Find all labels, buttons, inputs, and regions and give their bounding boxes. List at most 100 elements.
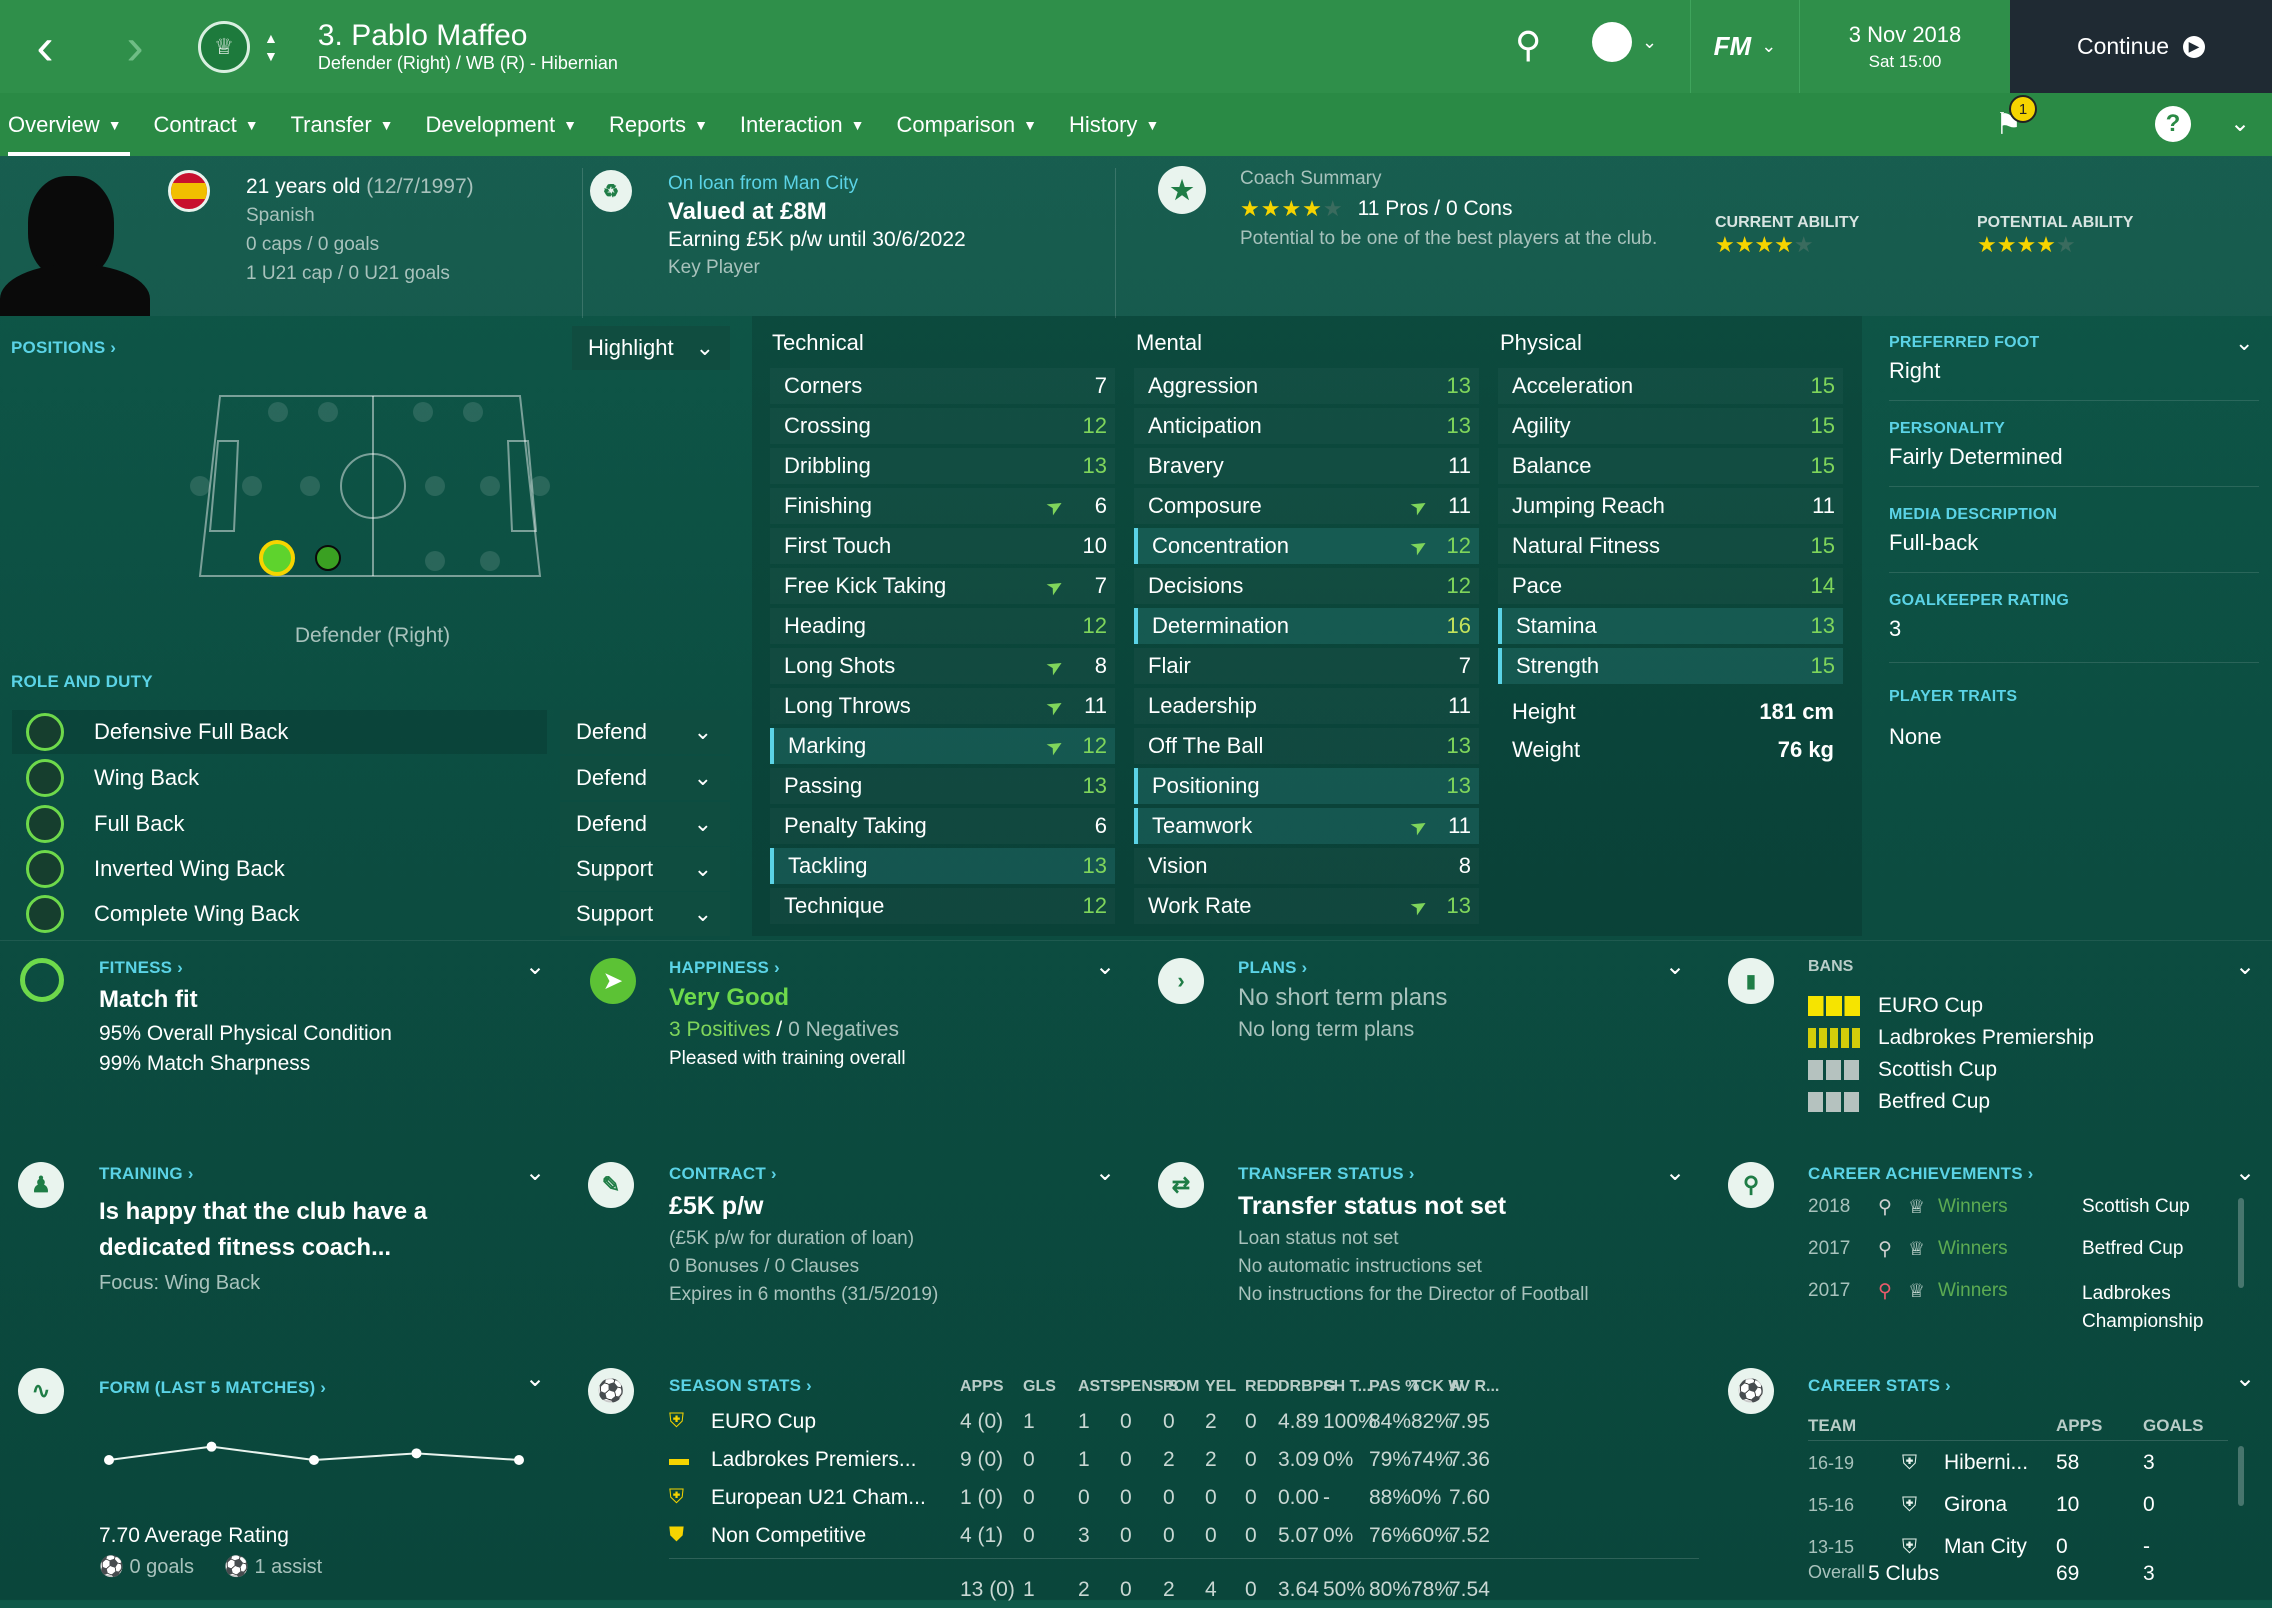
career-team[interactable]: Girona xyxy=(1944,1493,2056,1517)
table-row[interactable]: ▬ Ladbrokes Premiers... 9 (0) 0 1 0 2 2 0 3.09 0% 7… xyxy=(669,1442,1699,1478)
season-stats-column-header[interactable]: YEL xyxy=(1205,1378,1236,1396)
attribute-row[interactable]: Heading 12 xyxy=(770,608,1115,644)
positions-link[interactable]: POSITIONS › xyxy=(11,338,116,358)
duty-dropdown[interactable]: Support ⌄ xyxy=(560,892,730,936)
back-icon[interactable]: ‹ xyxy=(0,0,90,93)
chevron-down-icon[interactable]: ⌄ xyxy=(525,1364,545,1393)
chevron-down-icon[interactable]: ⌄ xyxy=(1095,952,1115,981)
form-link[interactable]: FORM (LAST 5 MATCHES) › xyxy=(99,1378,326,1398)
table-row[interactable]: ⛊ Non Competitive 4 (1) 0 3 0 0 0 0 5.07 0% 76% 60% 7… xyxy=(669,1518,1699,1554)
attribute-row[interactable]: Crossing 12 xyxy=(770,408,1115,444)
attribute-row[interactable]: Aggression 13 xyxy=(1134,368,1479,404)
attribute-row[interactable]: Dribbling 13 xyxy=(770,448,1115,484)
table-row[interactable]: 13-15 ⛨ Man City 0 - xyxy=(1808,1526,2238,1558)
tab-development[interactable]: Development ▼ xyxy=(410,93,594,156)
season-stats-link[interactable]: SEASON STATS › xyxy=(669,1376,812,1396)
attribute-row[interactable]: Free Kick Taking ➤ 7 xyxy=(770,568,1115,604)
attribute-row[interactable]: Marking ➤ 12 xyxy=(770,728,1115,764)
tab-reports[interactable]: Reports ▼ xyxy=(593,93,724,156)
attribute-row[interactable]: Teamwork ➤ 11 xyxy=(1134,808,1479,844)
chevron-down-icon[interactable]: ⌄ xyxy=(1665,1158,1685,1187)
world-button[interactable]: ⌄ xyxy=(1592,22,1657,62)
help-icon[interactable]: ? xyxy=(2155,106,2191,142)
fm-menu-button[interactable]: FM ⌄ xyxy=(1690,0,1800,93)
season-stats-column-header[interactable]: ASTS xyxy=(1078,1378,1121,1396)
attribute-row[interactable]: Anticipation 13 xyxy=(1134,408,1479,444)
career-team[interactable]: Hiberni... xyxy=(1944,1451,2056,1475)
season-stats-column-header[interactable]: APPS xyxy=(960,1378,1004,1396)
achievements-link[interactable]: CAREER ACHIEVEMENTS › xyxy=(1808,1164,2034,1184)
attribute-row[interactable]: Technique 12 xyxy=(770,888,1115,924)
chevron-down-icon[interactable]: ⌄ xyxy=(1665,952,1685,981)
chevron-down-icon[interactable]: ⌄ xyxy=(2235,952,2255,981)
attribute-row[interactable]: Agility 15 xyxy=(1498,408,1843,444)
duty-dropdown[interactable]: Defend ⌄ xyxy=(560,802,730,846)
attribute-row[interactable]: Corners 7 xyxy=(770,368,1115,404)
attribute-row[interactable]: Acceleration 15 xyxy=(1498,368,1843,404)
chevron-down-icon[interactable]: ⌄ xyxy=(1095,1158,1115,1187)
attribute-row[interactable]: Flair 7 xyxy=(1134,648,1479,684)
table-row[interactable]: ⛨ EURO Cup 4 (0) 1 1 0 0 2 0 4.89 100% 84% 82% 7.95 xyxy=(669,1404,1699,1440)
tab-comparison[interactable]: Comparison ▼ xyxy=(881,93,1053,156)
duty-dropdown[interactable]: Defend ⌄ xyxy=(560,756,730,800)
attribute-row[interactable]: Bravery 11 xyxy=(1134,448,1479,484)
table-row[interactable]: 15-16 ⛨ Girona 10 0 xyxy=(1808,1484,2238,1526)
scrollbar[interactable] xyxy=(2238,1446,2244,1506)
player-cycle-icon[interactable]: ▲ ▼ xyxy=(264,29,278,65)
attribute-row[interactable]: Pace 14 xyxy=(1498,568,1843,604)
forward-icon[interactable]: › xyxy=(90,0,180,93)
attribute-row[interactable]: Strength 15 xyxy=(1498,648,1843,684)
club-crest-icon[interactable]: ♕ xyxy=(198,20,250,73)
season-stats-column-header[interactable]: SH T... xyxy=(1323,1378,1371,1396)
notification-icon[interactable]: ⚑ 1 xyxy=(1995,95,2037,142)
attribute-row[interactable]: Finishing ➤ 6 xyxy=(770,488,1115,524)
career-team[interactable]: Man City xyxy=(1944,1535,2056,1558)
tab-interaction[interactable]: Interaction ▼ xyxy=(724,93,881,156)
attribute-row[interactable]: Penalty Taking 6 xyxy=(770,808,1115,844)
highlight-dropdown[interactable]: Highlight ⌄ xyxy=(572,326,730,370)
search-icon[interactable]: ⚲ xyxy=(1515,24,1541,66)
contract-link[interactable]: CONTRACT › xyxy=(669,1164,777,1184)
form-point[interactable] xyxy=(206,1441,217,1452)
season-stats-column-header[interactable]: AV R... xyxy=(1449,1378,1499,1396)
season-stats-column-header[interactable]: RED xyxy=(1245,1378,1279,1396)
continue-button[interactable]: Continue ▶ xyxy=(2010,0,2272,93)
season-stats-column-header[interactable]: GLS xyxy=(1023,1378,1056,1396)
form-point[interactable] xyxy=(411,1448,422,1459)
attribute-row[interactable]: Balance 15 xyxy=(1498,448,1843,484)
attribute-row[interactable]: First Touch 10 xyxy=(770,528,1115,564)
chevron-down-icon[interactable]: ⌄ xyxy=(525,952,545,981)
training-link[interactable]: TRAINING › xyxy=(99,1164,194,1184)
attribute-row[interactable]: Tackling 13 xyxy=(770,848,1115,884)
plans-link[interactable]: PLANS › xyxy=(1238,958,1307,978)
tab-overview[interactable]: Overview ▼ xyxy=(0,93,138,156)
attribute-row[interactable]: Natural Fitness 15 xyxy=(1498,528,1843,564)
role-row[interactable]: Wing Back Defend ⌄ xyxy=(12,756,732,800)
form-point[interactable] xyxy=(104,1455,114,1465)
attribute-row[interactable]: Long Shots ➤ 8 xyxy=(770,648,1115,684)
transfer-status-link[interactable]: TRANSFER STATUS › xyxy=(1238,1164,1415,1184)
form-point[interactable] xyxy=(514,1455,524,1465)
duty-dropdown[interactable]: Support ⌄ xyxy=(560,847,730,891)
role-row[interactable]: Complete Wing Back Support ⌄ xyxy=(12,892,732,936)
attribute-row[interactable]: Concentration ➤ 12 xyxy=(1134,528,1479,564)
attribute-row[interactable]: Decisions 12 xyxy=(1134,568,1479,604)
attribute-row[interactable]: Positioning 13 xyxy=(1134,768,1479,804)
negatives[interactable]: 0 Negatives xyxy=(788,1018,899,1041)
attribute-row[interactable]: Leadership 11 xyxy=(1134,688,1479,724)
attribute-row[interactable]: Passing 13 xyxy=(770,768,1115,804)
attribute-row[interactable]: Off The Ball 13 xyxy=(1134,728,1479,764)
form-point[interactable] xyxy=(309,1455,319,1465)
attribute-row[interactable]: Jumping Reach 11 xyxy=(1498,488,1843,524)
career-stats-link[interactable]: CAREER STATS › xyxy=(1808,1376,1951,1396)
loan-from[interactable]: On loan from Man City xyxy=(668,170,966,198)
role-row[interactable]: Defensive Full Back Defend ⌄ xyxy=(12,710,732,754)
scrollbar[interactable] xyxy=(2238,1198,2244,1288)
attribute-row[interactable]: Long Throws ➤ 11 xyxy=(770,688,1115,724)
tab-transfer[interactable]: Transfer ▼ xyxy=(275,93,410,156)
positives[interactable]: 3 Positives xyxy=(669,1018,771,1041)
table-row[interactable]: ⛨ European U21 Cham... 1 (0) 0 0 0 0 0 0 0.00- 88%… xyxy=(669,1480,1699,1516)
attribute-row[interactable]: Work Rate ➤ 13 xyxy=(1134,888,1479,924)
fitness-link[interactable]: FITNESS › xyxy=(99,958,183,978)
attribute-row[interactable]: Determination 16 xyxy=(1134,608,1479,644)
